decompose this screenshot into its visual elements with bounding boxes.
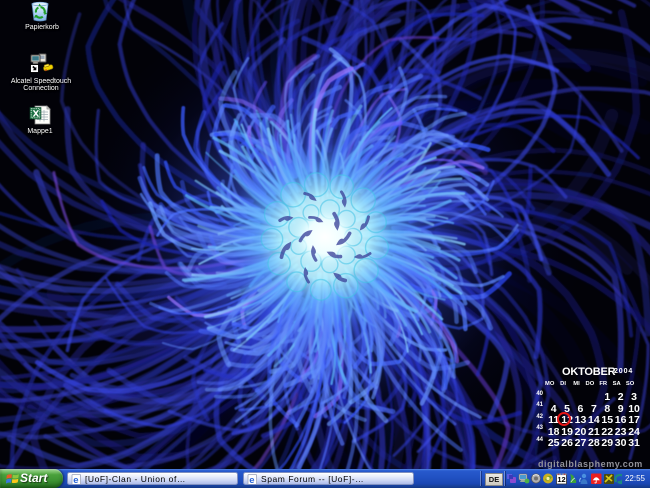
svg-text:12: 12 [557,475,565,484]
svg-text:e: e [73,475,79,485]
svg-text:e: e [249,475,255,485]
